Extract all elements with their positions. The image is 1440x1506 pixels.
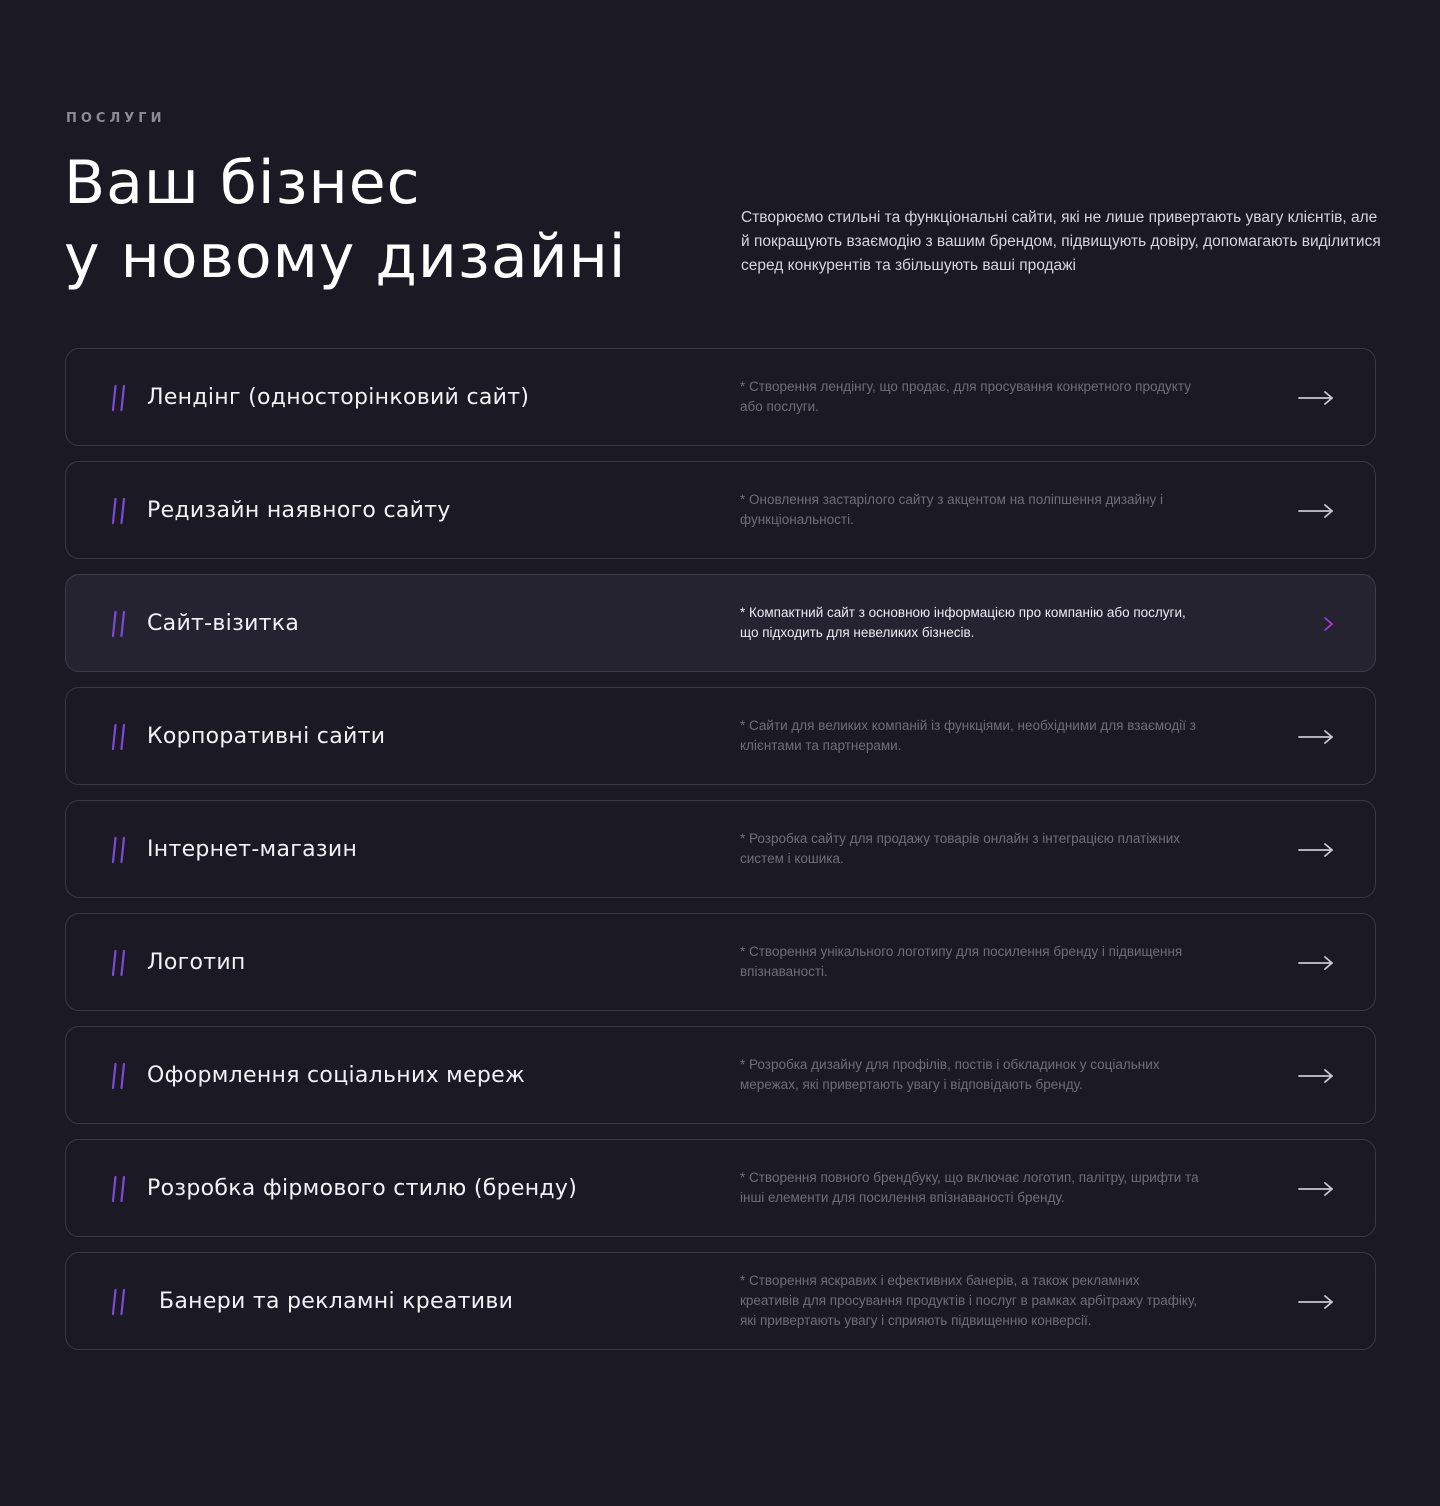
service-card[interactable]: Оформлення соціальних мереж * Розробка д… <box>65 1026 1376 1124</box>
services-list: Лендінг (односторінковий сайт) * Створен… <box>65 348 1376 1365</box>
service-title: Логотип <box>147 950 246 975</box>
service-title: Банери та рекламні креативи <box>159 1289 514 1314</box>
service-description: * Сайти для великих компаній із функціям… <box>740 718 1196 753</box>
hash-icon <box>106 1062 131 1090</box>
service-card[interactable]: Лендінг (односторінковий сайт) * Створен… <box>65 348 1376 446</box>
section-title-line-2: у новому дизайні <box>64 222 627 292</box>
arrow-right-icon[interactable] <box>1298 728 1334 746</box>
section-description: Створюємо стильні та функціональні сайти… <box>741 209 1381 274</box>
service-title: Сайт-візитка <box>147 611 300 636</box>
service-description: * Створення унікального логотипу для пос… <box>740 944 1183 979</box>
arrow-right-icon[interactable] <box>1298 389 1334 407</box>
service-description: * Створення лендінгу, що продає, для про… <box>740 379 1191 414</box>
hash-icon <box>106 384 131 412</box>
service-card[interactable]: Логотип * Створення унікального логотипу… <box>65 913 1376 1011</box>
arrow-right-icon[interactable] <box>1298 1293 1334 1311</box>
section-title: Ваш бізнес у новому дизайні <box>64 146 626 294</box>
hash-icon <box>106 836 131 864</box>
service-description: * Оновлення застарілого сайту з акцентом… <box>740 492 1164 527</box>
service-description: * Створення повного брендбуку, що включа… <box>740 1170 1199 1205</box>
section-eyebrow: ПОСЛУГИ <box>66 111 166 126</box>
service-title: Оформлення соціальних мереж <box>147 1063 526 1088</box>
service-title: Корпоративні сайти <box>147 724 386 749</box>
hash-icon <box>106 497 131 525</box>
arrow-right-icon[interactable] <box>1298 841 1334 859</box>
service-card[interactable]: Розробка фірмового стилю (бренду) * Ство… <box>65 1139 1376 1237</box>
service-card[interactable]: Банери та рекламні креативи * Створення … <box>65 1252 1376 1350</box>
arrow-right-icon[interactable] <box>1298 954 1334 972</box>
service-title: Лендінг (односторінковий сайт) <box>147 385 530 410</box>
section-title-line-1: Ваш бізнес <box>64 148 421 218</box>
service-description: * Створення яскравих і ефективних банері… <box>740 1273 1198 1328</box>
arrow-right-icon[interactable] <box>1298 502 1334 520</box>
service-title: Інтернет-магазин <box>147 837 358 862</box>
service-title: Розробка фірмового стилю (бренду) <box>147 1176 578 1201</box>
service-description: * Компактний сайт з основною інформацією… <box>740 605 1186 640</box>
service-card[interactable]: Корпоративні сайти * Сайти для великих к… <box>65 687 1376 785</box>
hash-icon <box>106 610 131 638</box>
service-card[interactable]: Інтернет-магазин * Розробка сайту для пр… <box>65 800 1376 898</box>
hash-icon <box>106 1288 131 1316</box>
hash-icon <box>106 949 131 977</box>
arrow-right-icon[interactable] <box>1298 1067 1334 1085</box>
service-description: * Розробка дизайну для профілів, постів … <box>740 1057 1160 1092</box>
arrow-right-icon[interactable] <box>1298 615 1334 633</box>
service-card[interactable]: Редизайн наявного сайту * Оновлення заст… <box>65 461 1376 559</box>
service-card[interactable]: Сайт-візитка * Компактний сайт з основно… <box>65 574 1376 672</box>
hash-icon <box>106 723 131 751</box>
hash-icon <box>106 1175 131 1203</box>
service-description: * Розробка сайту для продажу товарів онл… <box>740 831 1181 866</box>
service-title: Редизайн наявного сайту <box>147 498 451 523</box>
arrow-right-icon[interactable] <box>1298 1180 1334 1198</box>
